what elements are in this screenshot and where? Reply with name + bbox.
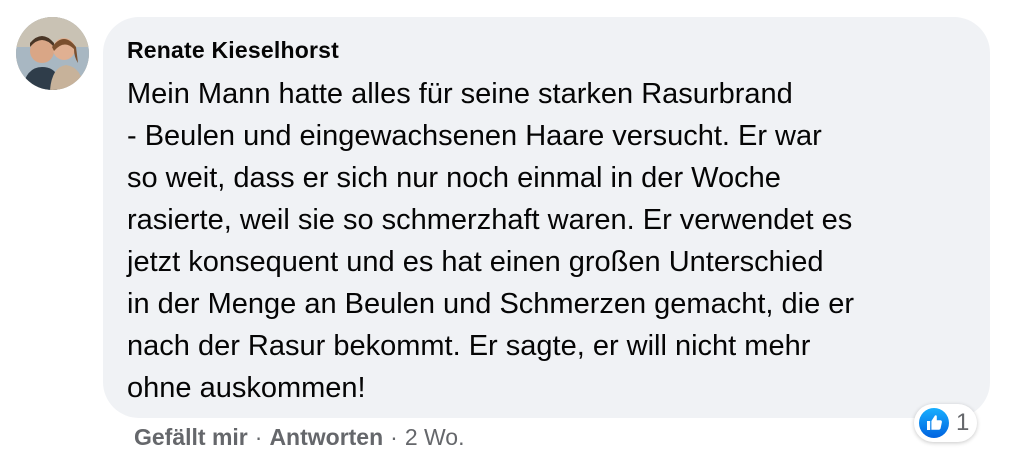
like-button[interactable]: Gefällt mir <box>134 424 248 451</box>
comment-text: Mein Mann hatte alles für seine starken … <box>127 78 855 404</box>
separator: · <box>390 424 398 450</box>
comment-bubble: Renate Kieselhorst Mein Mann hatte alles… <box>103 17 990 418</box>
comment-actions: Gefällt mir · Antworten · 2 Wo. <box>134 424 464 451</box>
like-icon <box>918 407 950 439</box>
comment-author[interactable]: Renate Kieselhorst <box>127 37 339 64</box>
reaction-count: 1 <box>956 409 970 436</box>
separator: · <box>254 424 263 450</box>
comment: Renate Kieselhorst Mein Mann hatte alles… <box>0 0 1028 462</box>
timestamp[interactable]: 2 Wo. <box>405 424 465 451</box>
avatar[interactable] <box>16 17 89 90</box>
reaction-summary[interactable]: 1 <box>914 404 978 442</box>
avatar-photo-icon <box>16 17 89 90</box>
reply-button[interactable]: Antworten <box>269 424 383 451</box>
